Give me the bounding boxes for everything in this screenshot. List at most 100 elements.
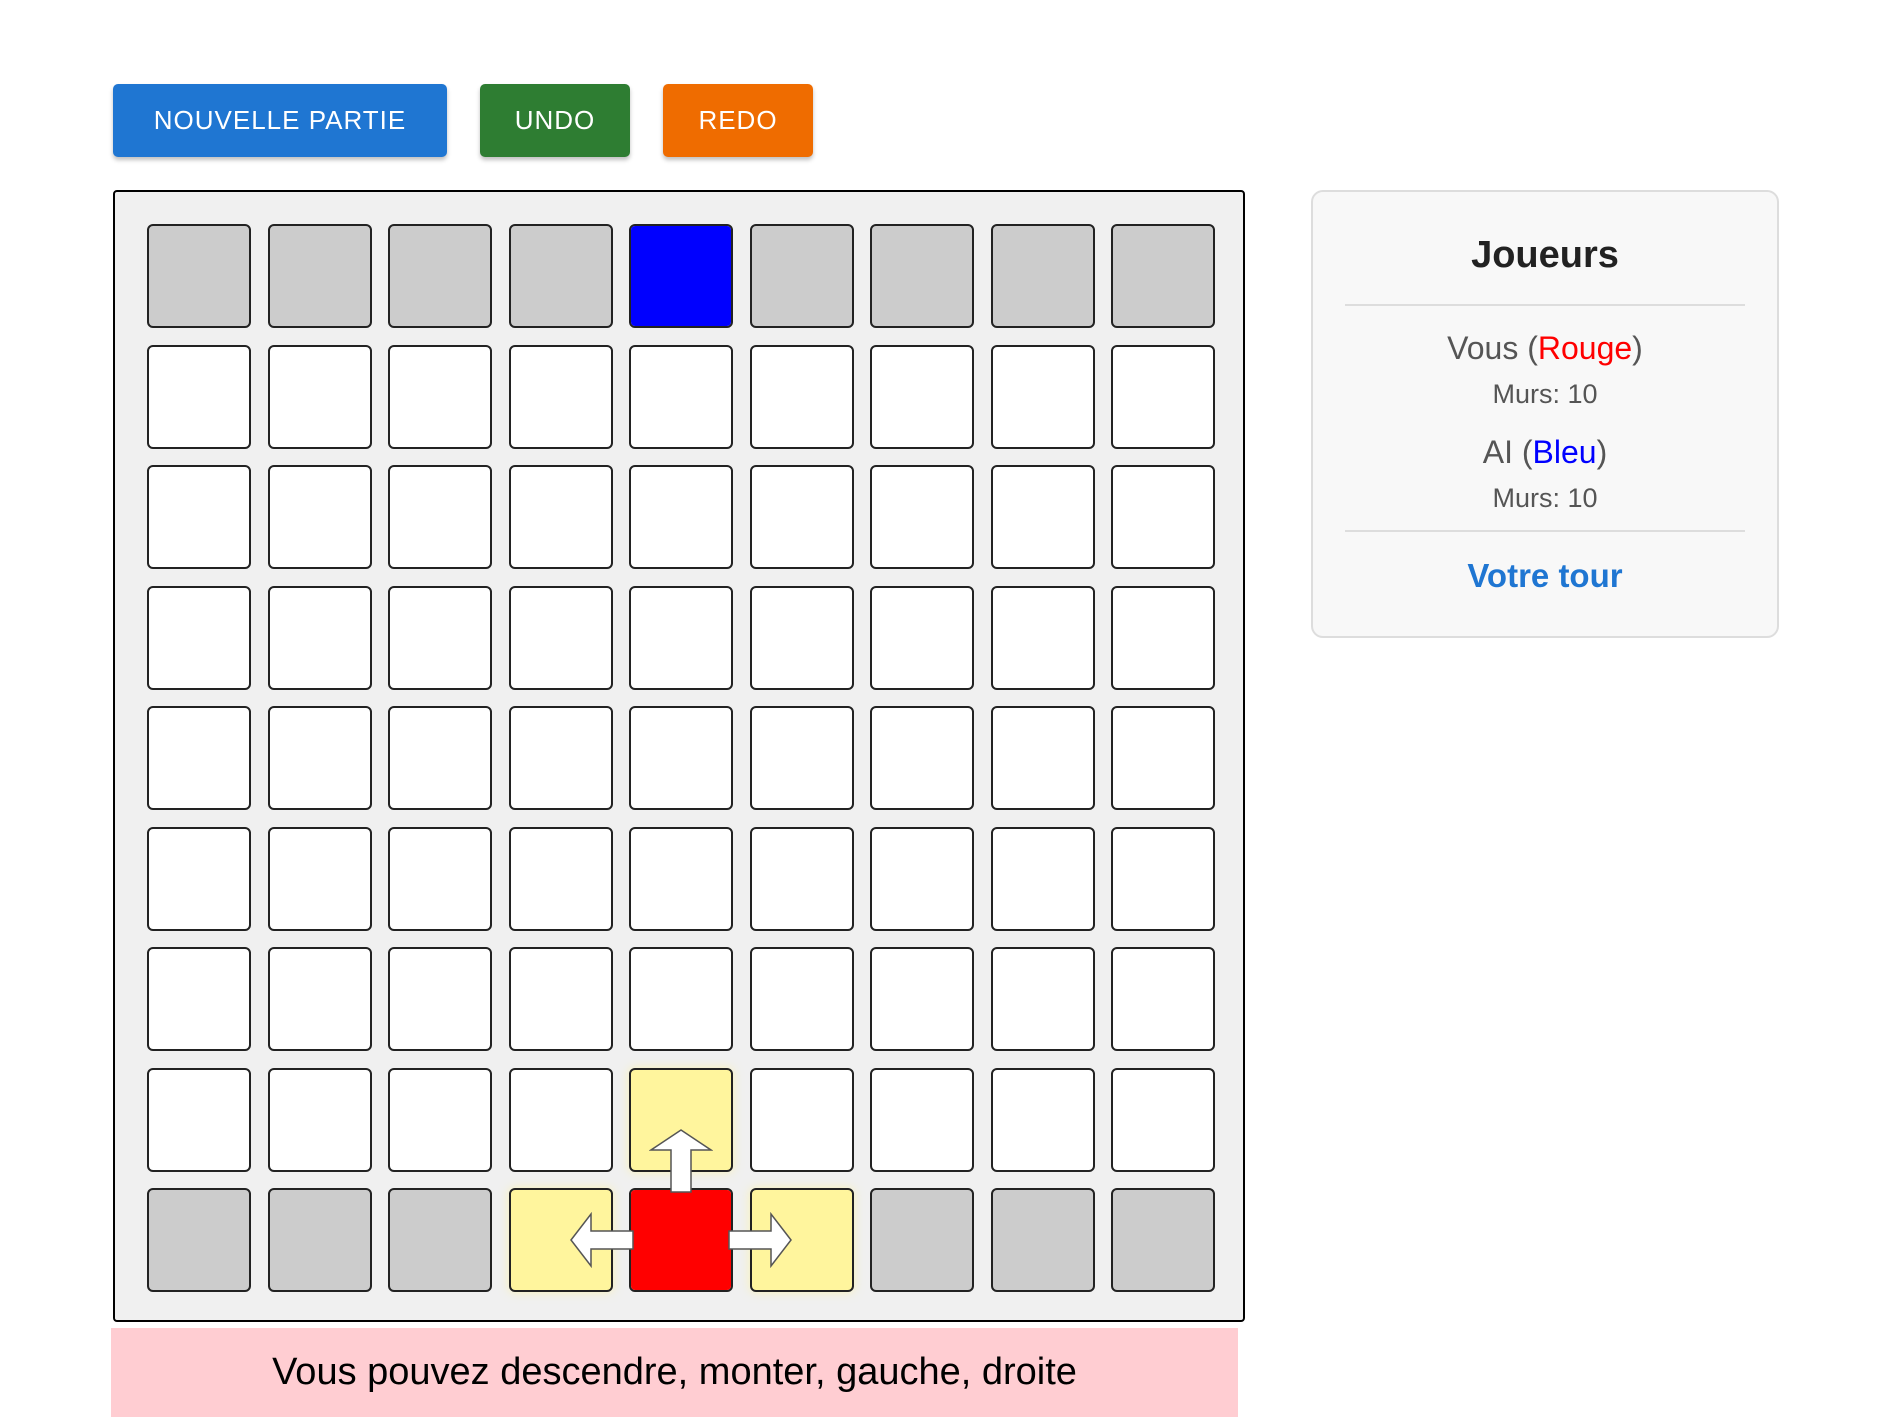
board-cell[interactable] [990, 585, 1095, 690]
board-cell[interactable] [388, 344, 492, 449]
goal-cell[interactable] [870, 1188, 974, 1292]
undo-button[interactable]: UNDO [480, 84, 630, 157]
board-cell[interactable] [388, 1067, 492, 1172]
board-cell[interactable] [629, 706, 733, 810]
board-cell[interactable] [1111, 344, 1215, 449]
goal-cell[interactable] [147, 224, 251, 328]
board-cell[interactable] [870, 947, 974, 1051]
board-cell[interactable] [990, 947, 1095, 1051]
player-human-walls: Murs: 10 [1492, 379, 1598, 409]
board-cell[interactable] [388, 706, 492, 810]
player-pawn[interactable] [631, 1190, 731, 1290]
players-panel: Joueurs Vous (Rouge) Murs: 10 AI (Bleu) … [1311, 190, 1779, 638]
board-cell[interactable] [990, 1067, 1095, 1172]
player-ai-name: AI (Bleu) [1482, 434, 1608, 470]
board-cell[interactable] [1111, 826, 1215, 931]
ai-pawn [631, 226, 731, 326]
move-target-cell-up[interactable] [629, 1067, 733, 1172]
ai-pawn-cell[interactable] [629, 224, 733, 328]
board-cell[interactable] [870, 706, 974, 810]
board-cell[interactable] [629, 465, 733, 569]
board-cell[interactable] [388, 465, 492, 569]
move-target-cell-right[interactable] [749, 1188, 854, 1292]
turn-indicator: Votre tour [1467, 557, 1623, 594]
board-cell[interactable] [870, 1067, 974, 1172]
goal-cell[interactable] [1111, 224, 1215, 328]
player-pawn-cell[interactable] [629, 1188, 733, 1292]
board-cell[interactable] [1111, 706, 1215, 810]
panel-divider [1345, 530, 1745, 532]
toolbar: NOUVELLE PARTIE UNDO REDO [113, 84, 813, 157]
new-game-button[interactable]: NOUVELLE PARTIE [113, 84, 447, 157]
board-cell[interactable] [870, 344, 974, 449]
board-cell[interactable] [1111, 585, 1215, 690]
board-cell[interactable] [1111, 1067, 1215, 1172]
board-cell[interactable] [629, 947, 733, 1051]
panel-divider [1345, 304, 1745, 306]
goal-cell[interactable] [388, 1188, 492, 1292]
board-cell[interactable] [267, 585, 372, 690]
goal-cell[interactable] [990, 224, 1095, 328]
board-cell[interactable] [749, 344, 854, 449]
status-message: Vous pouvez descendre, monter, gauche, d… [111, 1328, 1238, 1417]
goal-cell[interactable] [870, 224, 974, 328]
board-cell[interactable] [749, 585, 854, 690]
player-human-name: Vous (Rouge) [1447, 330, 1643, 366]
goal-cell[interactable] [388, 224, 492, 328]
board-cell[interactable] [147, 585, 251, 690]
board-cell[interactable] [147, 344, 251, 449]
board-cell[interactable] [267, 826, 372, 931]
goal-cell[interactable] [147, 1188, 251, 1292]
goal-cell[interactable] [267, 1188, 372, 1292]
board-cell[interactable] [508, 947, 613, 1051]
board-cell[interactable] [870, 826, 974, 931]
board-cell[interactable] [147, 1067, 251, 1172]
goal-cell[interactable] [508, 224, 613, 328]
goal-cell[interactable] [990, 1188, 1095, 1292]
board-cell[interactable] [267, 706, 372, 810]
board-cell[interactable] [267, 344, 372, 449]
board-cell[interactable] [990, 344, 1095, 449]
goal-cell[interactable] [749, 224, 854, 328]
board-cell[interactable] [147, 706, 251, 810]
redo-button[interactable]: REDO [663, 84, 813, 157]
board-cell[interactable] [870, 465, 974, 569]
player-human-color: Rouge [1537, 330, 1633, 366]
board-cell[interactable] [508, 706, 613, 810]
board-cell[interactable] [267, 465, 372, 569]
board-cell[interactable] [1111, 465, 1215, 569]
board-cell[interactable] [508, 344, 613, 449]
player-ai-walls: Murs: 10 [1492, 483, 1598, 513]
board-cell[interactable] [990, 465, 1095, 569]
board-cell[interactable] [508, 1067, 613, 1172]
panel-title: Joueurs [1471, 234, 1619, 276]
goal-cell[interactable] [1111, 1188, 1215, 1292]
board-cell[interactable] [990, 706, 1095, 810]
board-cell[interactable] [388, 826, 492, 931]
board-cell[interactable] [1111, 947, 1215, 1051]
goal-cell[interactable] [267, 224, 372, 328]
board-cell[interactable] [508, 826, 613, 931]
board-cell[interactable] [147, 947, 251, 1051]
board-cell[interactable] [870, 585, 974, 690]
board-cell[interactable] [629, 344, 733, 449]
board-cell[interactable] [629, 585, 733, 690]
board-cell[interactable] [749, 947, 854, 1051]
board-cell[interactable] [749, 826, 854, 931]
board-cell[interactable] [388, 947, 492, 1051]
game-board [113, 190, 1245, 1322]
board-cell[interactable] [749, 1067, 854, 1172]
board-cell[interactable] [990, 826, 1095, 931]
board-cell[interactable] [508, 585, 613, 690]
board-cell[interactable] [147, 826, 251, 931]
board-cell[interactable] [267, 1067, 372, 1172]
move-target-cell-left[interactable] [508, 1188, 613, 1292]
player-human-label: Vous [1447, 330, 1519, 366]
board-cell[interactable] [267, 947, 372, 1051]
board-cell[interactable] [388, 585, 492, 690]
board-cell[interactable] [749, 465, 854, 569]
board-cell[interactable] [629, 826, 733, 931]
board-cell[interactable] [508, 465, 613, 569]
board-cell[interactable] [749, 706, 854, 810]
board-cell[interactable] [147, 465, 251, 569]
